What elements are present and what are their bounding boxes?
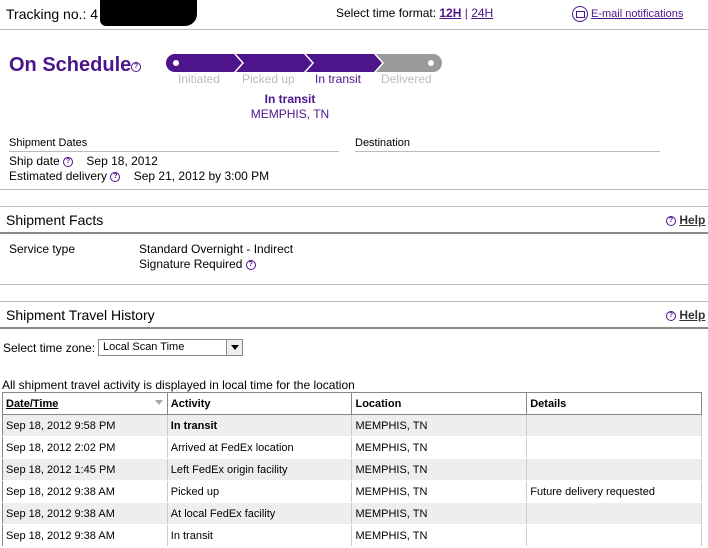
table-cell-location: MEMPHIS, TN — [351, 414, 528, 437]
table-cell-details — [526, 436, 702, 459]
table-cell-datetime: Sep 18, 2012 1:45 PM — [2, 458, 168, 481]
ship-date-value: Sep 18, 2012 — [86, 154, 158, 168]
column-header-activity: Activity — [167, 392, 353, 415]
table-cell-datetime: Sep 18, 2012 2:02 PM — [2, 436, 168, 459]
tracking-number-redaction — [100, 0, 197, 26]
timezone-label: Select time zone: — [3, 341, 96, 355]
divider — [0, 189, 708, 190]
travel-history-help[interactable]: ? Help — [666, 308, 705, 322]
table-cell-activity: Left FedEx origin facility — [167, 458, 353, 481]
status-help-icon[interactable]: ? — [131, 62, 141, 72]
timezone-note: All shipment travel activity is displaye… — [2, 378, 355, 392]
table-cell-details — [526, 414, 702, 437]
email-notifications-link[interactable]: E-mail notifications — [591, 8, 683, 20]
table-cell-datetime: Sep 18, 2012 9:38 AM — [2, 524, 168, 547]
table-cell-activity: At local FedEx facility — [167, 502, 353, 525]
shipment-dates-heading: Shipment Dates — [9, 137, 339, 152]
current-status: In transit — [264, 92, 316, 106]
table-row: Sep 18, 2012 9:38 AM In transit MEMPHIS, T… — [2, 524, 702, 547]
current-location: MEMPHIS, TN — [250, 107, 330, 121]
table-cell-datetime: Sep 18, 2012 9:58 PM — [2, 414, 168, 437]
stage-label-initiated: Initiated — [178, 72, 221, 86]
section-rule — [0, 232, 708, 234]
signature-required: Signature Required ? — [139, 257, 256, 271]
estimated-delivery-label: Estimated delivery — [9, 169, 108, 183]
time-format-24h-link[interactable]: 24H — [471, 6, 493, 20]
help-icon: ? — [666, 310, 676, 321]
ship-date-help-icon[interactable]: ? — [63, 156, 74, 167]
service-type-label: Service type — [9, 242, 76, 256]
table-row: Sep 18, 2012 9:38 AM At local FedEx facil… — [2, 502, 702, 525]
progress-start-dot — [173, 60, 179, 66]
shipment-facts-help[interactable]: ? Help — [666, 213, 705, 227]
signature-required-text: Signature Required — [139, 257, 243, 271]
column-header-details: Details — [526, 392, 702, 415]
table-cell-activity: In transit — [167, 414, 353, 437]
table-cell-activity: In transit — [167, 524, 353, 547]
email-notifications[interactable]: E-mail notifications — [572, 6, 683, 22]
table-cell-datetime: Sep 18, 2012 9:38 AM — [2, 480, 168, 503]
time-format-12h-link[interactable]: 12H — [439, 6, 461, 20]
sort-arrow-icon[interactable] — [154, 400, 163, 405]
table-cell-datetime: Sep 18, 2012 9:38 AM — [2, 502, 168, 525]
ship-date-label: Ship date — [9, 154, 60, 168]
travel-history-table: Date/Time Activity Location Details Sep … — [2, 392, 702, 547]
time-format-separator: | — [464, 6, 468, 20]
section-rule — [0, 327, 708, 329]
shipment-facts-help-link[interactable]: Help — [679, 213, 705, 227]
estimated-delivery-help-icon[interactable]: ? — [110, 171, 121, 182]
table-cell-details — [526, 524, 702, 547]
stage-label-in-transit: In transit — [315, 72, 362, 86]
travel-history-title: Shipment Travel History — [6, 307, 155, 323]
table-cell-details: Future delivery requested — [526, 480, 702, 503]
progress-end-dot — [428, 60, 434, 66]
shipment-facts-title: Shipment Facts — [6, 212, 104, 228]
table-cell-location: MEMPHIS, TN — [351, 436, 528, 459]
progress-bar — [166, 54, 442, 72]
signature-help-icon[interactable]: ? — [245, 259, 256, 270]
divider — [0, 206, 708, 207]
table-cell-details — [526, 502, 702, 525]
estimated-delivery-row: Estimated delivery ? Sep 21, 2012 by 3:0… — [9, 169, 269, 183]
table-row: Sep 18, 2012 9:38 AM Picked up MEMPHIS, TN… — [2, 480, 702, 503]
destination-heading: Destination — [355, 137, 660, 152]
table-row: Sep 18, 2012 9:58 PM In transit MEMPHIS, T… — [2, 414, 702, 437]
stage-label-picked-up: Picked up — [242, 72, 295, 86]
time-format-label: Select time format: — [336, 6, 437, 20]
progress-stage-2 — [236, 54, 312, 72]
timezone-selected-value: Local Scan Time — [103, 341, 185, 353]
table-cell-location: MEMPHIS, TN — [351, 524, 528, 547]
mail-icon — [572, 6, 588, 22]
table-row: Sep 18, 2012 2:02 PM Arrived at FedEx loc… — [2, 436, 702, 459]
table-row: Sep 18, 2012 1:45 PM Left FedEx origin fa… — [2, 458, 702, 481]
table-cell-activity: Arrived at FedEx location — [167, 436, 353, 459]
time-format-selector: Select time format: 12H | 24H — [336, 6, 493, 20]
stage-label-delivered: Delivered — [381, 72, 432, 86]
service-type-value: Standard Overnight - Indirect — [139, 242, 294, 256]
table-cell-activity: Picked up — [167, 480, 353, 503]
table-cell-location: MEMPHIS, TN — [351, 502, 528, 525]
divider — [0, 301, 708, 302]
estimated-delivery-value: Sep 21, 2012 by 3:00 PM — [133, 169, 270, 183]
help-icon: ? — [666, 215, 676, 226]
table-cell-details — [526, 458, 702, 481]
column-header-datetime[interactable]: Date/Time — [2, 392, 168, 415]
divider — [0, 284, 708, 285]
column-header-location: Location — [351, 392, 528, 415]
tracking-number-label: Tracking no.: 4 — [6, 6, 99, 22]
chevron-down-icon[interactable] — [226, 340, 242, 355]
table-cell-location: MEMPHIS, TN — [351, 480, 528, 503]
status-title: On Schedule — [9, 54, 132, 76]
progress-stage-3 — [306, 54, 382, 72]
table-cell-location: MEMPHIS, TN — [351, 458, 528, 481]
timezone-select[interactable]: Local Scan Time — [98, 339, 243, 356]
ship-date-row: Ship date ? Sep 18, 2012 — [9, 154, 158, 168]
travel-history-help-link[interactable]: Help — [679, 308, 705, 322]
